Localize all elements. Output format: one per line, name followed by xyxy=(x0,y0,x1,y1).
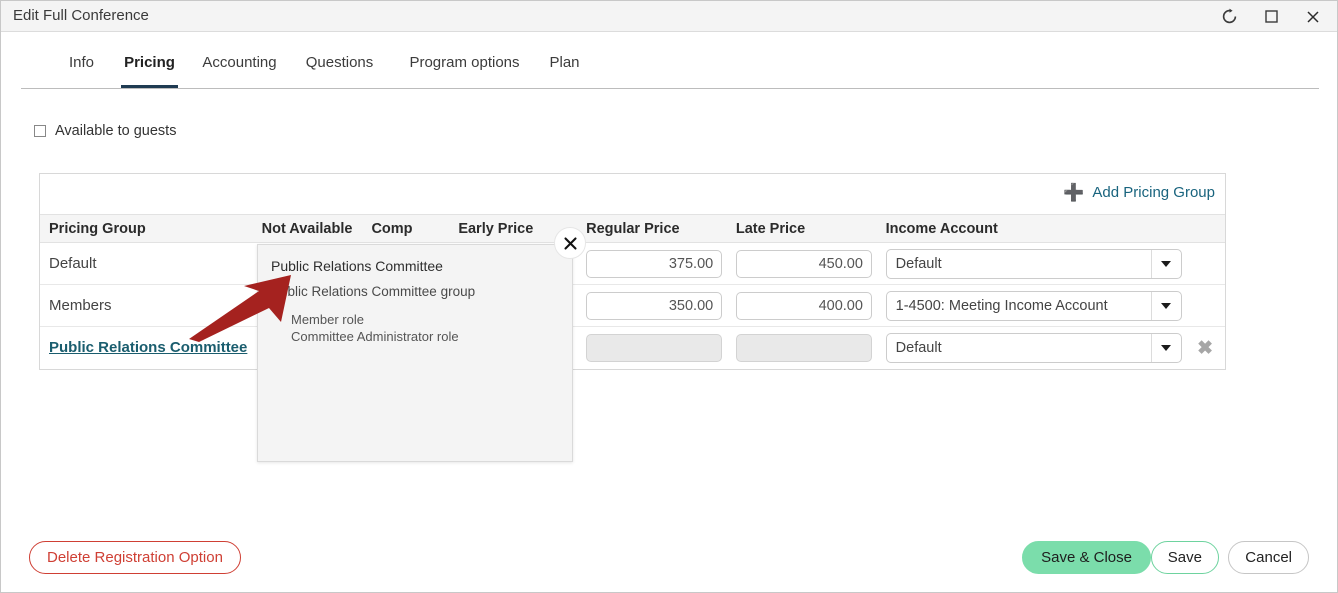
cancel-label: Cancel xyxy=(1245,549,1292,566)
tab-bar: Info Pricing Accounting Questions Progra… xyxy=(21,51,1319,89)
row-actions: ✖ xyxy=(1185,339,1225,358)
tab-program-options[interactable]: Program options xyxy=(389,51,540,88)
column-header-regular-price: Regular Price xyxy=(586,220,680,237)
row-income-account-select[interactable]: Default xyxy=(885,333,1182,363)
row-regular-price-input[interactable] xyxy=(586,291,723,320)
tab-info-label: Info xyxy=(68,54,95,71)
close-icon[interactable] xyxy=(1293,1,1333,32)
popup-role-list: Member role Committee Administrator role xyxy=(291,311,459,345)
popup-subtitle: Public Relations Committee group xyxy=(271,284,476,299)
window-titlebar: Edit Full Conference xyxy=(1,1,1337,32)
row-late-price-input[interactable] xyxy=(735,249,872,278)
save-button[interactable]: Save xyxy=(1150,541,1219,574)
window-title: Edit Full Conference xyxy=(13,7,149,24)
edit-full-conference-window: Edit Full Conference Info Pricing Accoun… xyxy=(0,0,1338,593)
tab-questions-label: Questions xyxy=(305,54,374,71)
table-row: Public Relations Committee Default ✖ xyxy=(40,327,1225,369)
available-to-guests-label: Available to guests xyxy=(55,123,177,139)
maximize-icon[interactable] xyxy=(1251,1,1291,32)
row-late-price-input[interactable] xyxy=(735,291,872,320)
tab-plan-label: Plan xyxy=(549,54,580,71)
row-income-account-select[interactable]: Default xyxy=(885,248,1182,279)
tab-accounting[interactable]: Accounting xyxy=(183,51,296,88)
row-pricing-group-name: Default xyxy=(49,254,97,272)
row-income-account-select[interactable]: 1-4500: Meeting Income Account xyxy=(885,290,1182,321)
column-header-late-price: Late Price xyxy=(735,220,806,237)
table-row: Members 1-4500: Meeting Income Account xyxy=(40,285,1225,327)
tab-pricing[interactable]: Pricing xyxy=(121,51,178,88)
row-income-account-value: Default xyxy=(895,340,942,356)
list-item: Member role xyxy=(291,312,364,327)
chevron-down-icon xyxy=(1150,249,1181,278)
tab-questions[interactable]: Questions xyxy=(289,51,390,88)
row-income-account-value: 1-4500: Meeting Income Account xyxy=(895,297,1108,314)
popup-title: Public Relations Committee xyxy=(271,258,443,274)
delete-registration-option-label: Delete Registration Option xyxy=(47,549,223,566)
tab-program-options-label: Program options xyxy=(409,54,520,71)
row-late-price-input[interactable] xyxy=(735,334,872,362)
available-to-guests-row: Available to guests xyxy=(34,123,176,139)
save-and-close-label: Save & Close xyxy=(1041,549,1132,566)
add-pricing-group-button[interactable]: ➕ Add Pricing Group xyxy=(1063,184,1215,201)
column-header-income-account: Income Account xyxy=(885,220,998,237)
row-pricing-group-link[interactable]: Public Relations Committee xyxy=(49,339,247,356)
pricing-group-info-popup: Public Relations Committee Public Relati… xyxy=(257,244,573,462)
list-item: Committee Administrator role xyxy=(291,329,459,344)
plus-icon: ➕ xyxy=(1063,183,1085,202)
pricing-table-toolbar: ➕ Add Pricing Group xyxy=(40,174,1225,214)
chevron-down-icon xyxy=(1150,291,1181,320)
row-income-account-value: Default xyxy=(895,255,942,272)
popup-close-icon[interactable] xyxy=(554,227,586,259)
delete-registration-option-button[interactable]: Delete Registration Option xyxy=(29,541,241,574)
pricing-table: ➕ Add Pricing Group Pricing Group Not Av… xyxy=(39,173,1226,370)
pricing-table-header: Pricing Group Not Available Comp Early P… xyxy=(40,214,1225,243)
tab-info[interactable]: Info xyxy=(49,51,114,88)
row-regular-price-input[interactable] xyxy=(586,334,723,362)
tab-plan[interactable]: Plan xyxy=(536,51,593,88)
row-pricing-group-name: Members xyxy=(49,296,112,314)
column-header-not-available: Not Available xyxy=(261,220,353,237)
available-to-guests-checkbox[interactable] xyxy=(34,125,46,137)
column-header-comp: Comp xyxy=(371,220,413,237)
refresh-icon[interactable] xyxy=(1209,1,1249,32)
row-regular-price-input[interactable] xyxy=(586,249,723,278)
tab-accounting-label: Accounting xyxy=(202,54,277,71)
add-pricing-group-label: Add Pricing Group xyxy=(1092,184,1215,201)
cancel-button[interactable]: Cancel xyxy=(1228,541,1309,574)
save-and-close-button[interactable]: Save & Close xyxy=(1022,541,1151,574)
chevron-down-icon xyxy=(1150,334,1181,362)
save-label: Save xyxy=(1167,549,1202,566)
tab-pricing-label: Pricing xyxy=(124,54,175,71)
remove-x-icon[interactable]: ✖ xyxy=(1197,339,1213,358)
column-header-pricing-group: Pricing Group xyxy=(49,220,146,237)
table-row: Default Default xyxy=(40,243,1225,285)
